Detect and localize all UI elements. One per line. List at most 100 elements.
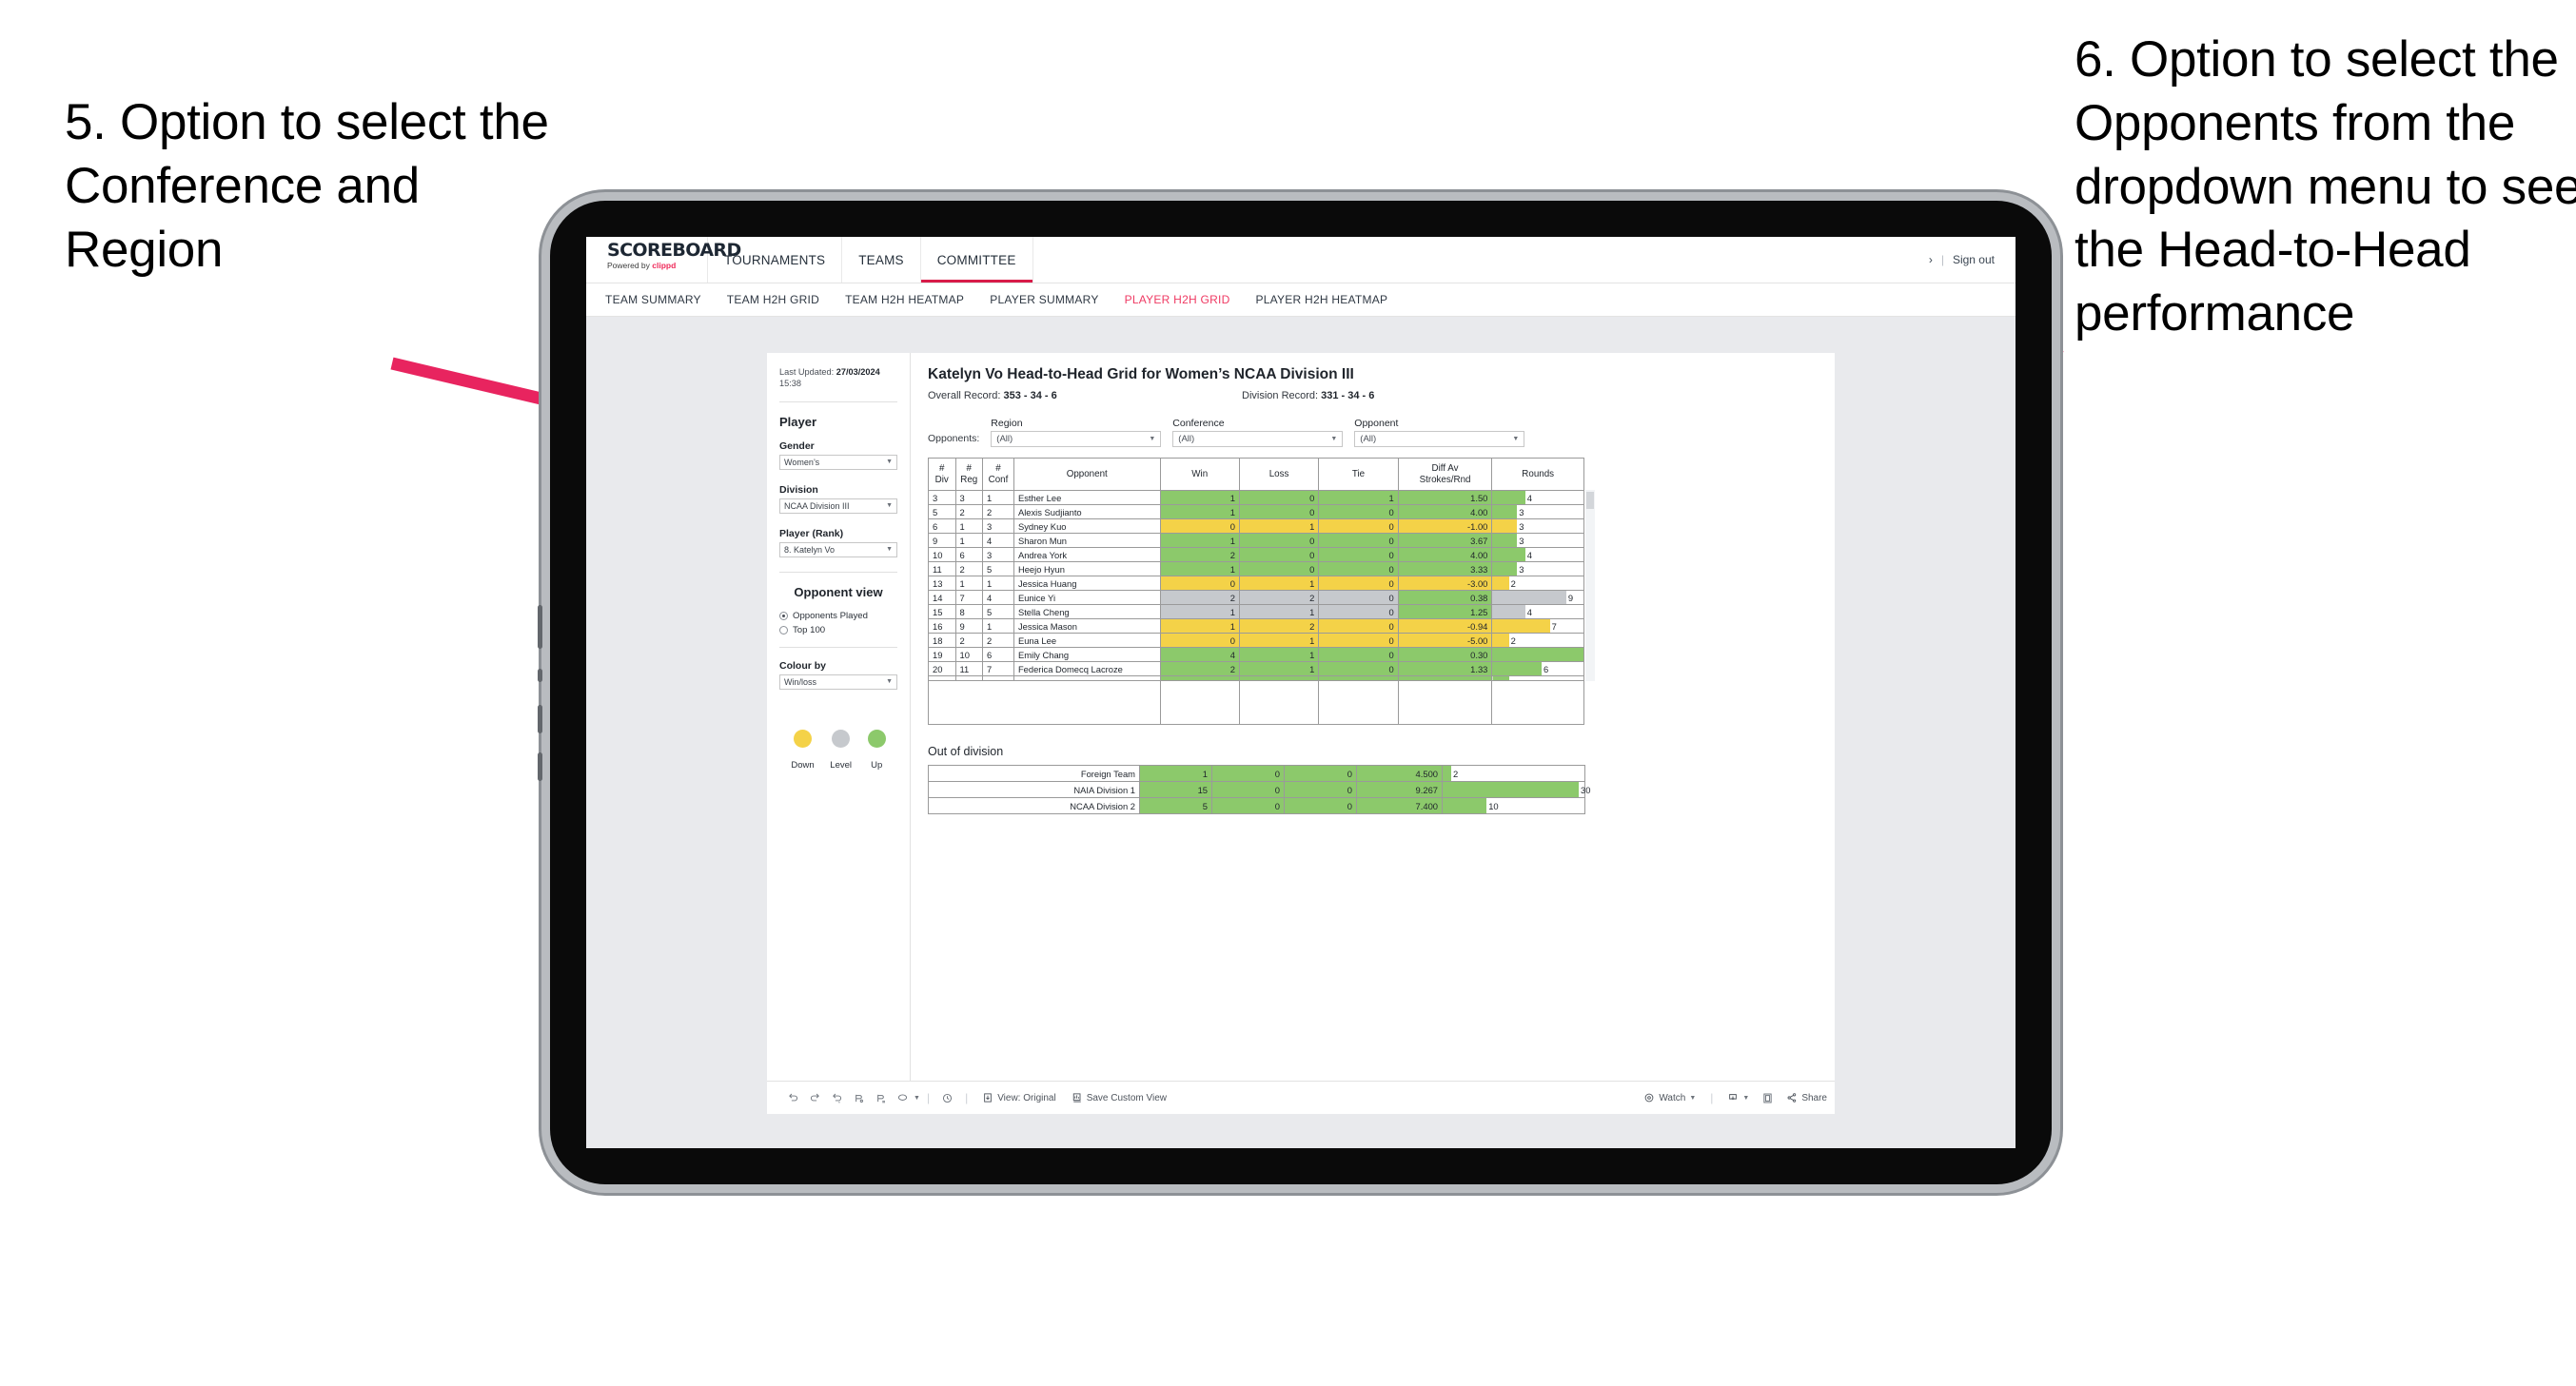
view-original-button[interactable]: View: Original <box>974 1092 1064 1103</box>
table-row[interactable]: NCAA Division 2 5 0 0 7.400 10 <box>928 797 1585 814</box>
rounds-value: 3 <box>1519 563 1524 575</box>
grid-scrollbar-thumb[interactable] <box>1586 492 1594 509</box>
rounds-bar <box>1492 591 1566 604</box>
watch-button[interactable]: Watch ▼ <box>1636 1092 1703 1103</box>
redo-icon[interactable] <box>804 1092 826 1104</box>
topnav-tournaments[interactable]: TOURNAMENTS <box>708 237 843 283</box>
subnav-team-h2h-grid[interactable]: TEAM H2H GRID <box>727 293 819 306</box>
share-button[interactable]: Share <box>1779 1092 1835 1103</box>
rounds-bar <box>1492 491 1525 504</box>
subnav-team-h2h-heatmap[interactable]: TEAM H2H HEATMAP <box>845 293 964 306</box>
rounds-value: 2 <box>1510 634 1516 646</box>
rounds-bar <box>1492 605 1525 618</box>
dashboard-card: Last Updated: 27/03/2024 15:38 Player Ge… <box>767 353 1835 1114</box>
grid-col-header: Opponent <box>1013 458 1161 491</box>
subnav-player-h2h-heatmap[interactable]: PLAYER H2H HEATMAP <box>1256 293 1388 306</box>
table-cell: 3.33 <box>1397 561 1493 576</box>
table-row[interactable]: NAIA Division 1 15 0 0 9.267 30 <box>928 781 1590 798</box>
table-cell: 0 <box>1318 504 1399 519</box>
table-row[interactable]: 6 1 3 Sydney Kuo 0 1 0 -1.00 3 <box>928 518 1584 534</box>
table-cell: 0 <box>1238 490 1320 505</box>
table-cell: 1 <box>1238 576 1320 591</box>
app-logo[interactable]: SCOREBOARD Powered by clippd <box>586 237 741 283</box>
table-row[interactable]: 13 1 1 Jessica Huang 0 1 0 -3.00 2 <box>928 576 1584 591</box>
topnav-teams[interactable]: TEAMS <box>842 237 921 283</box>
rounds-value: 9 <box>1567 592 1574 603</box>
records-row: Overall Record: 353 - 34 - 6 Division Re… <box>928 390 1818 401</box>
legend-item-down: Down <box>791 729 815 771</box>
topnav-committee[interactable]: COMMITTEE <box>920 237 1033 283</box>
h2h-grid-body: 3 3 1 Esther Lee 1 0 1 1.50 4 5 2 2 Alexis Sudjianto… <box>928 490 1595 725</box>
history-icon[interactable] <box>936 1092 958 1104</box>
table-row[interactable]: 10 6 3 Andrea York 2 0 0 4.00 4 <box>928 547 1584 562</box>
chevron-right-icon[interactable]: › <box>1929 253 1933 266</box>
table-cell: Esther Lee <box>1013 490 1161 505</box>
table-cell: NCAA Division 2 <box>928 797 1140 814</box>
radio-opponents-played[interactable]: Opponents Played <box>779 611 897 621</box>
table-cell: 0 <box>1318 661 1399 676</box>
subnav-player-summary[interactable]: PLAYER SUMMARY <box>990 293 1098 306</box>
table-cell: 0 <box>1318 518 1399 534</box>
save-custom-view-button[interactable]: Save Custom View <box>1064 1092 1174 1103</box>
table-cell: 2 <box>954 633 984 648</box>
radio-top-100[interactable]: Top 100 <box>779 625 897 635</box>
sign-out-link[interactable]: Sign out <box>1953 253 1995 266</box>
rounds-bar <box>1492 534 1518 547</box>
table-cell: 20 <box>928 661 956 676</box>
table-cell: 0 <box>1159 576 1240 591</box>
player-rank-select[interactable]: 8. Katelyn Vo ▼ <box>779 541 897 557</box>
region-select[interactable]: (All) ▼ <box>991 431 1162 447</box>
chevron-down-icon[interactable]: ▼ <box>914 1095 920 1102</box>
rounds-value: 6 <box>1544 663 1549 674</box>
opponent-select[interactable]: (All) ▼ <box>1354 431 1525 447</box>
table-cell <box>1491 680 1584 725</box>
chevron-down-icon: ▼ <box>886 678 893 686</box>
grid-scrollbar[interactable] <box>1585 490 1595 681</box>
division-select[interactable]: NCAA Division III ▼ <box>779 498 897 514</box>
table-cell: Sharon Mun <box>1013 533 1161 548</box>
header-divider: | <box>1940 253 1944 266</box>
table-row[interactable]: 9 1 4 Sharon Mun 1 0 0 3.67 3 <box>928 533 1584 548</box>
revert-icon[interactable] <box>826 1092 848 1104</box>
table-row[interactable]: 11 2 5 Heejo Hyun 1 0 0 3.33 3 <box>928 561 1584 576</box>
fullscreen-icon[interactable] <box>1757 1092 1779 1104</box>
table-cell: 0 <box>1284 765 1357 782</box>
table-cell: 0 <box>1211 781 1285 798</box>
watch-icon <box>1644 1093 1654 1103</box>
table-cell <box>928 680 1161 725</box>
table-row[interactable]: 20 11 7 Federica Domecq Lacroze 2 1 0 1.33 6 <box>928 661 1584 676</box>
table-cell: Sydney Kuo <box>1013 518 1161 534</box>
pause-icon[interactable] <box>870 1092 892 1104</box>
table-cell: 6 <box>954 547 984 562</box>
lasso-icon[interactable] <box>892 1092 914 1104</box>
table-cell <box>1159 680 1240 725</box>
table-cell: 15 <box>1139 781 1212 798</box>
undo-icon[interactable] <box>782 1092 804 1104</box>
grid-col-header: Win <box>1159 458 1240 491</box>
table-row[interactable]: 3 3 1 Esther Lee 1 0 1 1.50 4 <box>928 490 1584 505</box>
colour-by-select[interactable]: Win/loss ▼ <box>779 673 897 690</box>
table-row[interactable]: 5 2 2 Alexis Sudjianto 1 0 0 4.00 3 <box>928 504 1584 519</box>
table-row[interactable]: 19106Emily Chang4100.3011 <box>928 647 1595 662</box>
rounds-bar-cell: 2 <box>1491 576 1584 591</box>
table-row[interactable]: 18 2 2 Euna Lee 0 1 0 -5.00 2 <box>928 633 1584 648</box>
sidebar-heading-player: Player <box>779 414 817 429</box>
subnav-player-h2h-grid[interactable]: PLAYER H2H GRID <box>1125 293 1230 306</box>
overall-record: Overall Record: 353 - 34 - 6 <box>928 390 1242 401</box>
tablet-volume-up-button <box>538 705 542 733</box>
refresh-icon[interactable] <box>848 1092 870 1104</box>
table-row[interactable]: Foreign Team 1 0 0 4.500 2 <box>928 765 1585 782</box>
table-row[interactable]: 15 8 5 Stella Cheng 1 1 0 1.25 4 <box>928 604 1584 619</box>
table-cell: 3 <box>928 490 956 505</box>
download-button[interactable]: ▼ <box>1720 1092 1757 1103</box>
rounds-value: 30 <box>1581 784 1591 795</box>
table-row[interactable]: 16 9 1 Jessica Mason 1 2 0 -0.94 7 <box>928 618 1584 634</box>
gender-select[interactable]: Women’s ▼ <box>779 454 897 470</box>
subnav-team-summary[interactable]: TEAM SUMMARY <box>605 293 701 306</box>
table-cell: 2 <box>954 561 984 576</box>
rounds-bar-cell: 3 <box>1491 504 1584 519</box>
save-view-icon <box>1072 1093 1081 1103</box>
table-row[interactable]: 14 7 4 Eunice Yi 2 2 0 0.38 9 <box>928 590 1584 605</box>
conference-select[interactable]: (All) ▼ <box>1172 431 1344 447</box>
gender-label: Gender <box>779 439 815 452</box>
